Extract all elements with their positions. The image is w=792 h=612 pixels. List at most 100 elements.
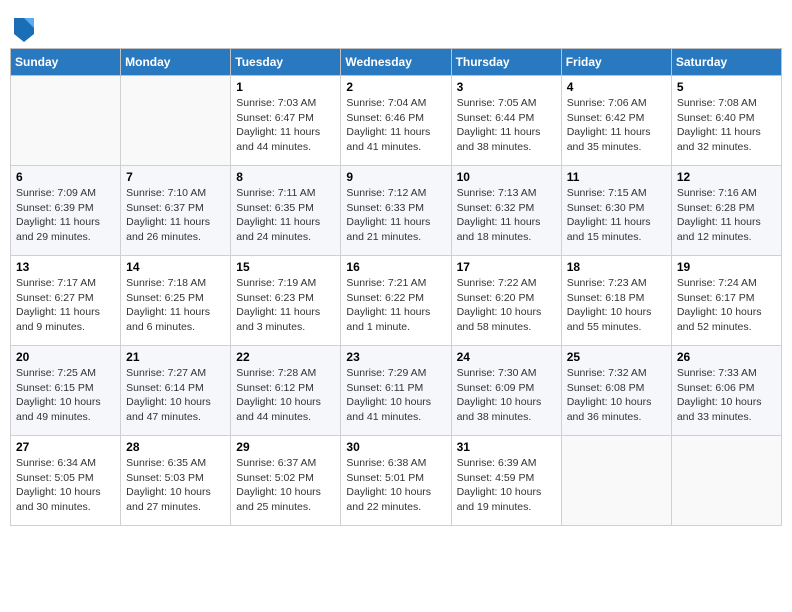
calendar-cell: 4 Sunrise: 7:06 AMSunset: 6:42 PMDayligh… bbox=[561, 76, 671, 166]
day-number: 19 bbox=[677, 260, 776, 274]
calendar-week-row: 13 Sunrise: 7:17 AMSunset: 6:27 PMDaylig… bbox=[11, 256, 782, 346]
day-info: Sunrise: 6:39 AMSunset: 4:59 PMDaylight:… bbox=[457, 456, 556, 515]
calendar-week-row: 27 Sunrise: 6:34 AMSunset: 5:05 PMDaylig… bbox=[11, 436, 782, 526]
day-info: Sunrise: 7:09 AMSunset: 6:39 PMDaylight:… bbox=[16, 186, 115, 245]
calendar-cell: 12 Sunrise: 7:16 AMSunset: 6:28 PMDaylig… bbox=[671, 166, 781, 256]
day-info: Sunrise: 6:37 AMSunset: 5:02 PMDaylight:… bbox=[236, 456, 335, 515]
calendar-table: SundayMondayTuesdayWednesdayThursdayFrid… bbox=[10, 48, 782, 526]
day-info: Sunrise: 7:08 AMSunset: 6:40 PMDaylight:… bbox=[677, 96, 776, 155]
day-info: Sunrise: 7:17 AMSunset: 6:27 PMDaylight:… bbox=[16, 276, 115, 335]
calendar-cell: 22 Sunrise: 7:28 AMSunset: 6:12 PMDaylig… bbox=[231, 346, 341, 436]
day-info: Sunrise: 7:28 AMSunset: 6:12 PMDaylight:… bbox=[236, 366, 335, 425]
day-info: Sunrise: 7:15 AMSunset: 6:30 PMDaylight:… bbox=[567, 186, 666, 245]
calendar-cell: 13 Sunrise: 7:17 AMSunset: 6:27 PMDaylig… bbox=[11, 256, 121, 346]
day-number: 12 bbox=[677, 170, 776, 184]
calendar-cell: 3 Sunrise: 7:05 AMSunset: 6:44 PMDayligh… bbox=[451, 76, 561, 166]
day-info: Sunrise: 7:29 AMSunset: 6:11 PMDaylight:… bbox=[346, 366, 445, 425]
logo bbox=[10, 14, 36, 42]
day-info: Sunrise: 7:03 AMSunset: 6:47 PMDaylight:… bbox=[236, 96, 335, 155]
day-info: Sunrise: 7:10 AMSunset: 6:37 PMDaylight:… bbox=[126, 186, 225, 245]
day-number: 5 bbox=[677, 80, 776, 94]
logo-icon bbox=[12, 14, 36, 42]
day-number: 2 bbox=[346, 80, 445, 94]
day-number: 21 bbox=[126, 350, 225, 364]
page-header bbox=[10, 10, 782, 42]
day-number: 11 bbox=[567, 170, 666, 184]
day-info: Sunrise: 6:34 AMSunset: 5:05 PMDaylight:… bbox=[16, 456, 115, 515]
column-header-wednesday: Wednesday bbox=[341, 49, 451, 76]
column-header-monday: Monday bbox=[121, 49, 231, 76]
calendar-cell: 1 Sunrise: 7:03 AMSunset: 6:47 PMDayligh… bbox=[231, 76, 341, 166]
day-number: 13 bbox=[16, 260, 115, 274]
day-info: Sunrise: 7:18 AMSunset: 6:25 PMDaylight:… bbox=[126, 276, 225, 335]
day-info: Sunrise: 7:21 AMSunset: 6:22 PMDaylight:… bbox=[346, 276, 445, 335]
day-info: Sunrise: 7:11 AMSunset: 6:35 PMDaylight:… bbox=[236, 186, 335, 245]
calendar-cell: 18 Sunrise: 7:23 AMSunset: 6:18 PMDaylig… bbox=[561, 256, 671, 346]
column-header-tuesday: Tuesday bbox=[231, 49, 341, 76]
day-info: Sunrise: 7:30 AMSunset: 6:09 PMDaylight:… bbox=[457, 366, 556, 425]
day-info: Sunrise: 7:23 AMSunset: 6:18 PMDaylight:… bbox=[567, 276, 666, 335]
calendar-cell: 23 Sunrise: 7:29 AMSunset: 6:11 PMDaylig… bbox=[341, 346, 451, 436]
day-number: 30 bbox=[346, 440, 445, 454]
day-info: Sunrise: 7:27 AMSunset: 6:14 PMDaylight:… bbox=[126, 366, 225, 425]
calendar-cell bbox=[561, 436, 671, 526]
calendar-cell: 14 Sunrise: 7:18 AMSunset: 6:25 PMDaylig… bbox=[121, 256, 231, 346]
day-number: 14 bbox=[126, 260, 225, 274]
day-info: Sunrise: 7:05 AMSunset: 6:44 PMDaylight:… bbox=[457, 96, 556, 155]
day-info: Sunrise: 7:19 AMSunset: 6:23 PMDaylight:… bbox=[236, 276, 335, 335]
calendar-cell: 16 Sunrise: 7:21 AMSunset: 6:22 PMDaylig… bbox=[341, 256, 451, 346]
day-number: 25 bbox=[567, 350, 666, 364]
calendar-header-row: SundayMondayTuesdayWednesdayThursdayFrid… bbox=[11, 49, 782, 76]
day-number: 27 bbox=[16, 440, 115, 454]
day-number: 15 bbox=[236, 260, 335, 274]
day-number: 6 bbox=[16, 170, 115, 184]
day-info: Sunrise: 7:06 AMSunset: 6:42 PMDaylight:… bbox=[567, 96, 666, 155]
day-info: Sunrise: 7:33 AMSunset: 6:06 PMDaylight:… bbox=[677, 366, 776, 425]
calendar-cell: 17 Sunrise: 7:22 AMSunset: 6:20 PMDaylig… bbox=[451, 256, 561, 346]
calendar-cell: 2 Sunrise: 7:04 AMSunset: 6:46 PMDayligh… bbox=[341, 76, 451, 166]
calendar-cell: 7 Sunrise: 7:10 AMSunset: 6:37 PMDayligh… bbox=[121, 166, 231, 256]
column-header-saturday: Saturday bbox=[671, 49, 781, 76]
day-info: Sunrise: 6:38 AMSunset: 5:01 PMDaylight:… bbox=[346, 456, 445, 515]
day-number: 28 bbox=[126, 440, 225, 454]
calendar-cell: 6 Sunrise: 7:09 AMSunset: 6:39 PMDayligh… bbox=[11, 166, 121, 256]
day-info: Sunrise: 7:12 AMSunset: 6:33 PMDaylight:… bbox=[346, 186, 445, 245]
calendar-cell: 20 Sunrise: 7:25 AMSunset: 6:15 PMDaylig… bbox=[11, 346, 121, 436]
calendar-cell: 30 Sunrise: 6:38 AMSunset: 5:01 PMDaylig… bbox=[341, 436, 451, 526]
calendar-week-row: 6 Sunrise: 7:09 AMSunset: 6:39 PMDayligh… bbox=[11, 166, 782, 256]
day-info: Sunrise: 7:04 AMSunset: 6:46 PMDaylight:… bbox=[346, 96, 445, 155]
calendar-cell: 8 Sunrise: 7:11 AMSunset: 6:35 PMDayligh… bbox=[231, 166, 341, 256]
day-number: 23 bbox=[346, 350, 445, 364]
day-number: 1 bbox=[236, 80, 335, 94]
day-number: 22 bbox=[236, 350, 335, 364]
day-number: 29 bbox=[236, 440, 335, 454]
day-number: 20 bbox=[16, 350, 115, 364]
column-header-thursday: Thursday bbox=[451, 49, 561, 76]
column-header-sunday: Sunday bbox=[11, 49, 121, 76]
day-info: Sunrise: 7:32 AMSunset: 6:08 PMDaylight:… bbox=[567, 366, 666, 425]
calendar-week-row: 20 Sunrise: 7:25 AMSunset: 6:15 PMDaylig… bbox=[11, 346, 782, 436]
calendar-cell: 29 Sunrise: 6:37 AMSunset: 5:02 PMDaylig… bbox=[231, 436, 341, 526]
day-info: Sunrise: 7:22 AMSunset: 6:20 PMDaylight:… bbox=[457, 276, 556, 335]
calendar-cell: 5 Sunrise: 7:08 AMSunset: 6:40 PMDayligh… bbox=[671, 76, 781, 166]
day-number: 10 bbox=[457, 170, 556, 184]
day-number: 24 bbox=[457, 350, 556, 364]
column-header-friday: Friday bbox=[561, 49, 671, 76]
day-number: 8 bbox=[236, 170, 335, 184]
calendar-cell bbox=[121, 76, 231, 166]
day-number: 26 bbox=[677, 350, 776, 364]
day-info: Sunrise: 7:16 AMSunset: 6:28 PMDaylight:… bbox=[677, 186, 776, 245]
calendar-cell: 21 Sunrise: 7:27 AMSunset: 6:14 PMDaylig… bbox=[121, 346, 231, 436]
day-info: Sunrise: 7:24 AMSunset: 6:17 PMDaylight:… bbox=[677, 276, 776, 335]
calendar-cell: 15 Sunrise: 7:19 AMSunset: 6:23 PMDaylig… bbox=[231, 256, 341, 346]
day-number: 9 bbox=[346, 170, 445, 184]
day-number: 18 bbox=[567, 260, 666, 274]
calendar-cell: 19 Sunrise: 7:24 AMSunset: 6:17 PMDaylig… bbox=[671, 256, 781, 346]
day-number: 31 bbox=[457, 440, 556, 454]
day-info: Sunrise: 7:13 AMSunset: 6:32 PMDaylight:… bbox=[457, 186, 556, 245]
calendar-cell: 27 Sunrise: 6:34 AMSunset: 5:05 PMDaylig… bbox=[11, 436, 121, 526]
calendar-cell: 28 Sunrise: 6:35 AMSunset: 5:03 PMDaylig… bbox=[121, 436, 231, 526]
calendar-cell: 24 Sunrise: 7:30 AMSunset: 6:09 PMDaylig… bbox=[451, 346, 561, 436]
calendar-cell: 11 Sunrise: 7:15 AMSunset: 6:30 PMDaylig… bbox=[561, 166, 671, 256]
calendar-week-row: 1 Sunrise: 7:03 AMSunset: 6:47 PMDayligh… bbox=[11, 76, 782, 166]
